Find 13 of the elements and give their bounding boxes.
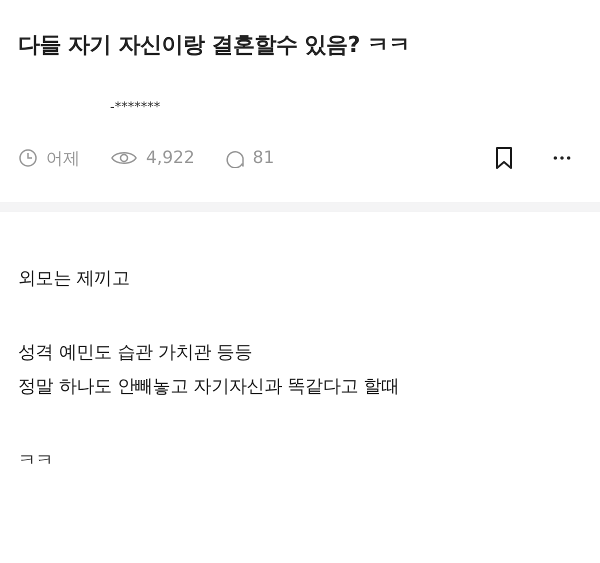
view-count: 4,922	[146, 148, 195, 168]
clock-icon	[18, 148, 38, 168]
body-text: 외모는 제끼고	[18, 267, 131, 291]
comment-count: 81	[252, 148, 274, 168]
body-text: 성격 예민도 습관 가치관 등등	[18, 341, 254, 365]
post-title: 다들 자기 자신이랑 결혼할수 있음? ㅋㅋ	[17, 32, 412, 60]
comment-icon	[224, 148, 245, 168]
bookmark-icon[interactable]	[494, 146, 514, 170]
body-text: ㅋㅋ	[18, 449, 54, 473]
author-name: -*******	[110, 100, 160, 115]
post-time: 어제	[46, 148, 80, 170]
body-text: 정말 하나도 안빼놓고 자기자신과 똑같다고 할때	[18, 375, 400, 399]
more-icon[interactable]	[552, 155, 572, 161]
